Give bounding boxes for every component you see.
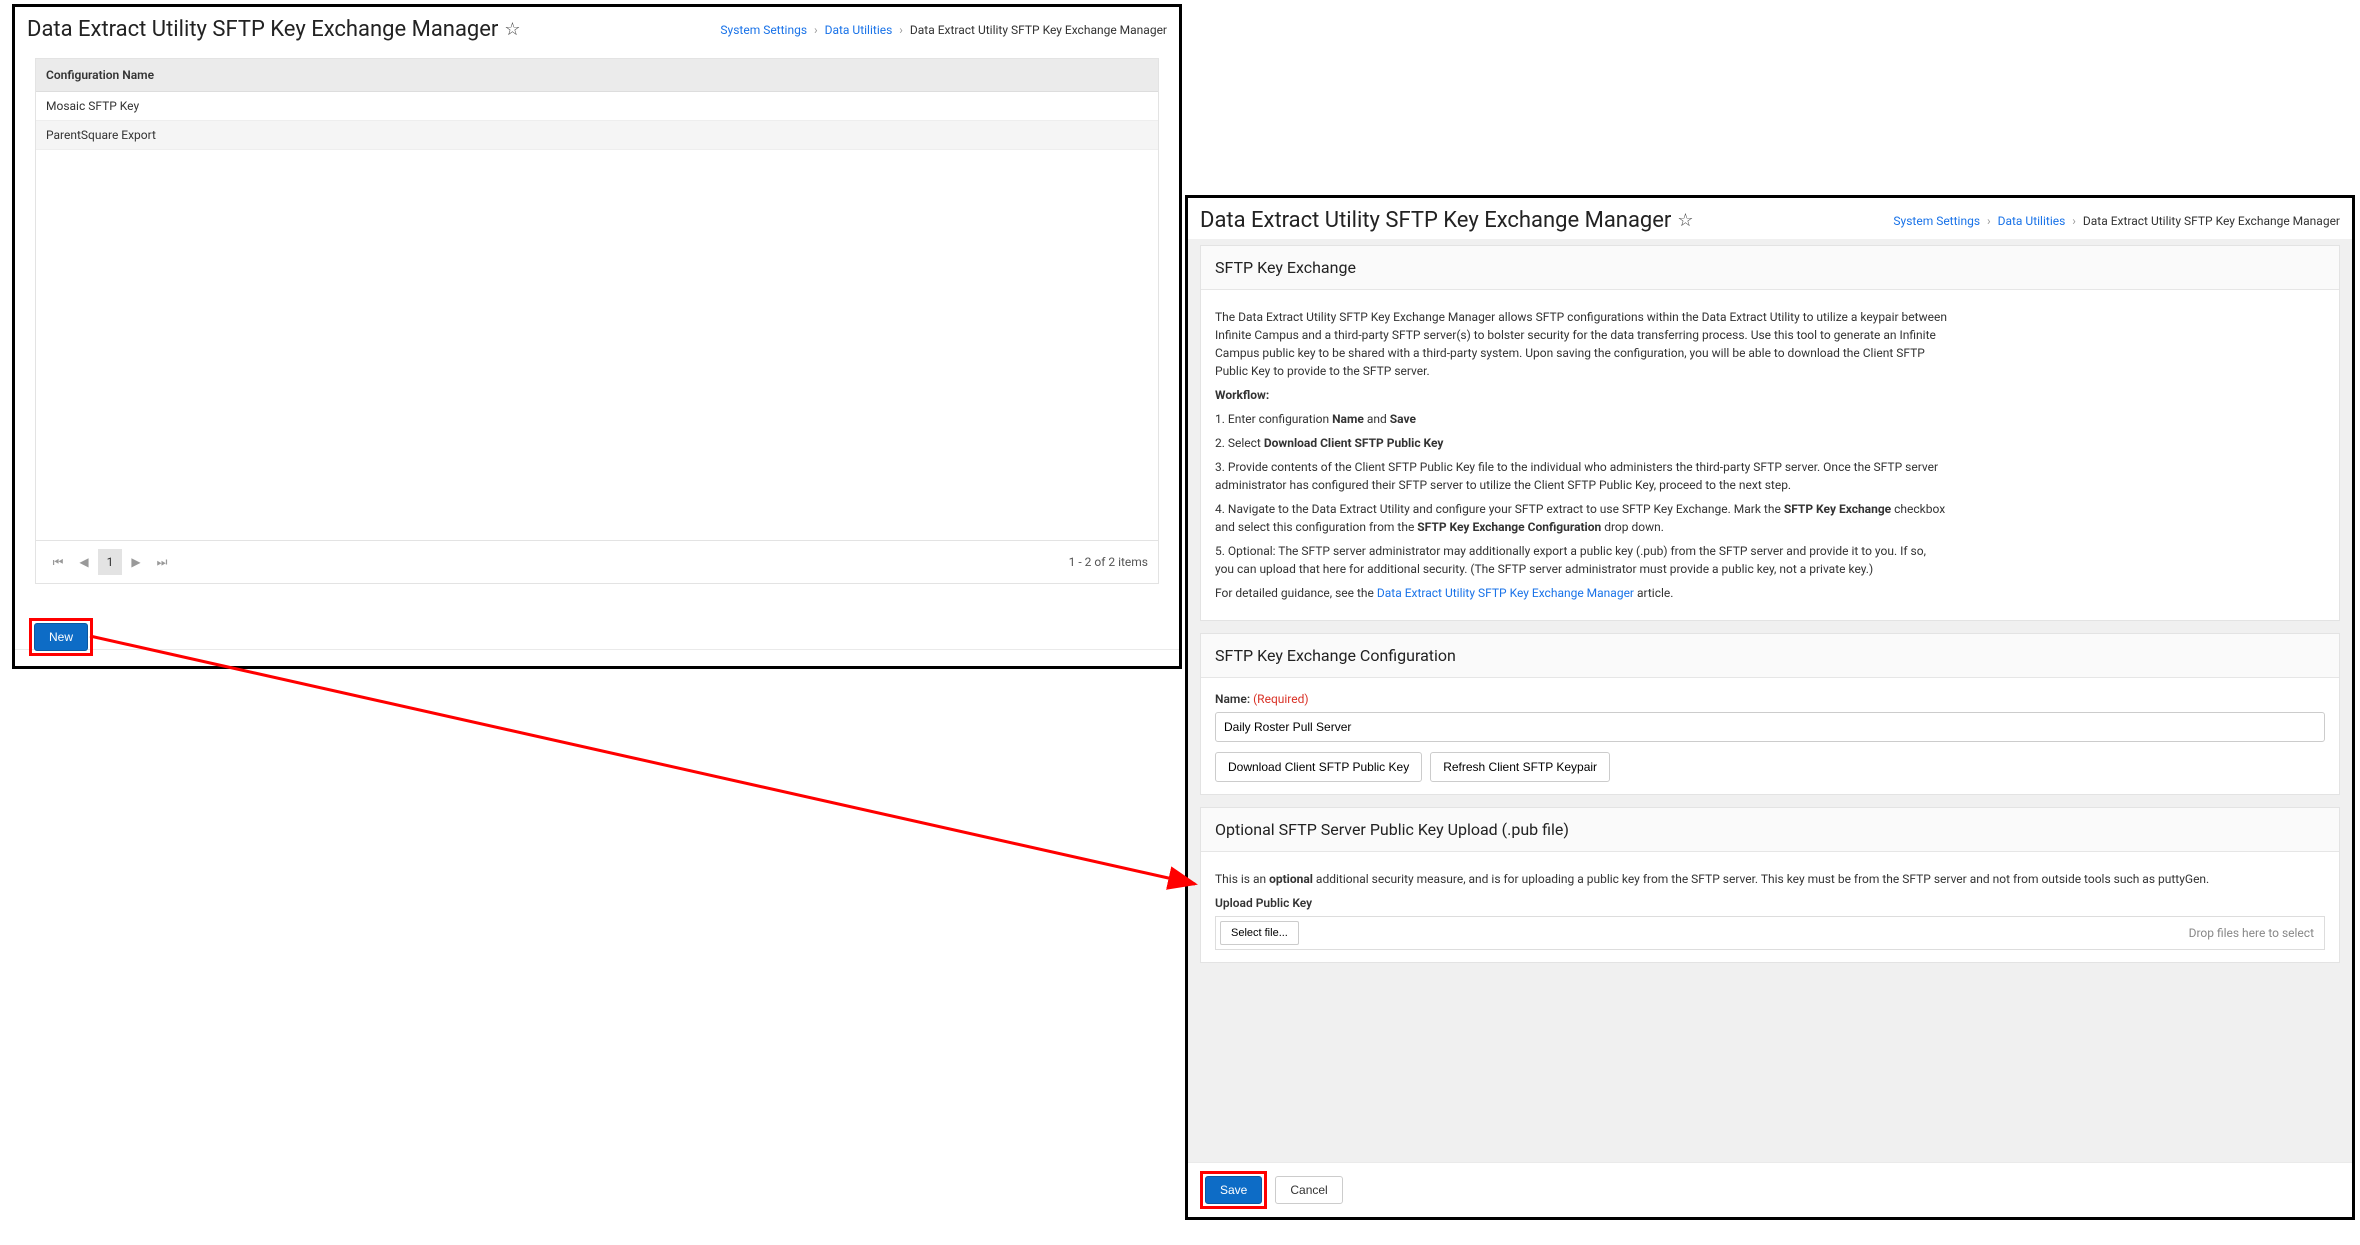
- section-heading: Optional SFTP Server Public Key Upload (…: [1201, 808, 2339, 852]
- table-row[interactable]: Mosaic SFTP Key: [36, 92, 1158, 121]
- breadcrumb-current: Data Extract Utility SFTP Key Exchange M…: [2083, 214, 2340, 228]
- footer-toolbar: New: [15, 649, 1179, 666]
- cancel-button[interactable]: Cancel: [1275, 1176, 1342, 1204]
- page-title: Data Extract Utility SFTP Key Exchange M…: [27, 17, 498, 42]
- name-field[interactable]: [1215, 712, 2325, 742]
- breadcrumb-current: Data Extract Utility SFTP Key Exchange M…: [910, 23, 1167, 37]
- column-header-configuration-name[interactable]: Configuration Name: [36, 59, 1158, 92]
- detail-panel: Data Extract Utility SFTP Key Exchange M…: [1185, 195, 2355, 1220]
- section-heading: SFTP Key Exchange: [1201, 246, 2339, 290]
- save-button[interactable]: Save: [1205, 1176, 1262, 1204]
- workflow-step: 4. Navigate to the Data Extract Utility …: [1215, 500, 1947, 536]
- chevron-right-icon: ›: [895, 23, 907, 37]
- favorite-star-icon[interactable]: ☆: [504, 19, 520, 40]
- workflow-label: Workflow:: [1215, 386, 1947, 404]
- breadcrumb-link-data-utilities[interactable]: Data Utilities: [1998, 214, 2066, 228]
- download-public-key-button[interactable]: Download Client SFTP Public Key: [1215, 752, 1422, 782]
- file-dropzone[interactable]: Select file... Drop files here to select: [1215, 916, 2325, 950]
- new-button[interactable]: New: [34, 623, 88, 651]
- page-header: Data Extract Utility SFTP Key Exchange M…: [15, 7, 1179, 48]
- required-indicator: (Required): [1253, 692, 1308, 706]
- annotation-highlight: New: [29, 618, 93, 656]
- chevron-right-icon: ›: [1983, 214, 1995, 228]
- configurations-grid: Configuration Name Mosaic SFTP Key Paren…: [35, 58, 1159, 584]
- chevron-right-icon: ›: [810, 23, 822, 37]
- upload-section: Optional SFTP Server Public Key Upload (…: [1200, 807, 2340, 963]
- table-row[interactable]: ParentSquare Export: [36, 121, 1158, 150]
- workflow-step: 5. Optional: The SFTP server administrat…: [1215, 542, 1947, 578]
- workflow-step: 2. Select Download Client SFTP Public Ke…: [1215, 434, 1947, 452]
- breadcrumb: System Settings › Data Utilities › Data …: [720, 23, 1167, 37]
- help-article-link[interactable]: Data Extract Utility SFTP Key Exchange M…: [1377, 586, 1634, 600]
- breadcrumb: System Settings › Data Utilities › Data …: [1893, 214, 2340, 228]
- chevron-right-icon: ›: [2068, 214, 2080, 228]
- intro-paragraph: The Data Extract Utility SFTP Key Exchan…: [1215, 308, 1947, 380]
- footer-toolbar: Save Cancel: [1188, 1162, 2352, 1217]
- upload-label: Upload Public Key: [1215, 894, 2325, 912]
- pager-first-icon[interactable]: ⏮: [46, 549, 70, 575]
- pager-info: 1 - 2 of 2 items: [1069, 555, 1148, 569]
- breadcrumb-link-system-settings[interactable]: System Settings: [1893, 214, 1980, 228]
- favorite-star-icon[interactable]: ☆: [1677, 210, 1693, 231]
- name-label: Name: (Required): [1215, 690, 2325, 708]
- breadcrumb-link-data-utilities[interactable]: Data Utilities: [825, 23, 893, 37]
- list-panel: Data Extract Utility SFTP Key Exchange M…: [12, 4, 1182, 669]
- pager-current-page: 1: [98, 549, 122, 575]
- pager-prev-icon[interactable]: ◀: [72, 549, 96, 575]
- annotation-highlight: Save: [1200, 1171, 1267, 1209]
- pager-next-icon[interactable]: ▶: [124, 549, 148, 575]
- intro-section: SFTP Key Exchange The Data Extract Utili…: [1200, 245, 2340, 621]
- select-file-button[interactable]: Select file...: [1220, 921, 1299, 945]
- breadcrumb-link-system-settings[interactable]: System Settings: [720, 23, 807, 37]
- section-heading: SFTP Key Exchange Configuration: [1201, 634, 2339, 678]
- config-section: SFTP Key Exchange Configuration Name: (R…: [1200, 633, 2340, 795]
- grid-pager: ⏮ ◀ 1 ▶ ⏭ 1 - 2 of 2 items: [36, 540, 1158, 583]
- closing-paragraph: For detailed guidance, see the Data Extr…: [1215, 584, 1947, 602]
- page-header: Data Extract Utility SFTP Key Exchange M…: [1188, 198, 2352, 239]
- refresh-keypair-button[interactable]: Refresh Client SFTP Keypair: [1430, 752, 1610, 782]
- workflow-step: 1. Enter configuration Name and Save: [1215, 410, 1947, 428]
- workflow-step: 3. Provide contents of the Client SFTP P…: [1215, 458, 1947, 494]
- upload-note: This is an optional additional security …: [1215, 870, 2325, 888]
- page-title: Data Extract Utility SFTP Key Exchange M…: [1200, 208, 1671, 233]
- dropzone-hint: Drop files here to select: [2189, 924, 2324, 942]
- pager-last-icon[interactable]: ⏭: [150, 549, 174, 575]
